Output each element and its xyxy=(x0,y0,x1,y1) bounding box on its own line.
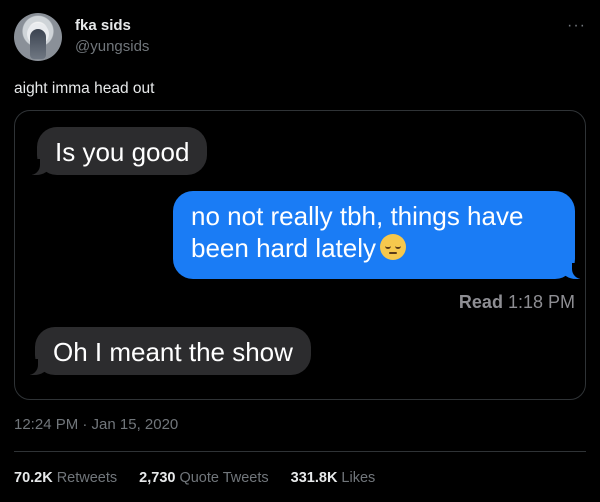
divider xyxy=(14,451,586,452)
more-options-icon[interactable]: ··· xyxy=(567,17,586,35)
message-text: no not really tbh, things have been hard… xyxy=(191,201,524,264)
read-receipt: Read 1:18 PM xyxy=(459,292,575,313)
quote-tweets-count: 2,730 xyxy=(139,470,176,486)
likes-stat[interactable]: 331.8K Likes xyxy=(291,470,376,486)
likes-count: 331.8K xyxy=(290,470,338,486)
quote-tweets-stat[interactable]: 2,730 Quote Tweets xyxy=(139,470,269,486)
tweet-header: fka sids @yungsids ··· xyxy=(14,13,586,65)
message-bubble-incoming: Is you good xyxy=(26,127,208,175)
message-text: Is you good xyxy=(55,137,190,167)
retweets-count: 70.2K xyxy=(14,470,53,486)
author-display-name[interactable]: fka sids xyxy=(75,17,131,34)
tweet-text: aight imma head out xyxy=(14,80,155,97)
likes-label: Likes xyxy=(341,470,376,486)
message-bubble-incoming: Oh I meant the show xyxy=(24,327,311,375)
message-text: Oh I meant the show xyxy=(53,337,293,367)
tweet-media-screenshot[interactable]: Is you good no not really tbh, things ha… xyxy=(14,110,586,400)
retweets-stat[interactable]: 70.2K Retweets xyxy=(14,470,117,486)
avatar[interactable] xyxy=(14,13,62,61)
retweets-label: Retweets xyxy=(56,470,118,486)
message-bubble-outgoing: no not really tbh, things have been hard… xyxy=(173,191,585,279)
read-label: Read xyxy=(458,292,503,312)
pensive-face-icon xyxy=(380,234,407,261)
author-handle[interactable]: @yungsids xyxy=(75,38,149,55)
read-time: 1:18 PM xyxy=(507,292,575,312)
tweet-timestamp[interactable]: 12:24 PM · Jan 15, 2020 xyxy=(14,416,178,433)
quote-tweets-label: Quote Tweets xyxy=(179,470,269,486)
engagement-stats: 70.2K Retweets 2,730 Quote Tweets 331.8K Li… xyxy=(14,470,375,486)
